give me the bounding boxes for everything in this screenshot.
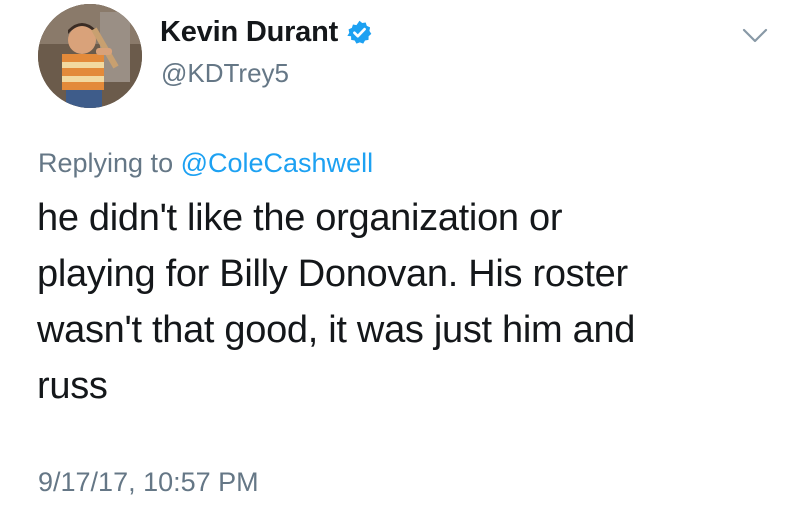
display-name[interactable]: Kevin Durant <box>160 16 338 49</box>
tweet-card: Kevin Durant @KDTrey5 Replying to @ColeC… <box>0 0 800 528</box>
tweet-text-line: russ <box>37 365 108 407</box>
tweet-text-line: playing for Billy Donovan. His roster <box>37 253 628 295</box>
user-handle[interactable]: @KDTrey5 <box>161 58 289 89</box>
tweet-text-line: he didn't like the organization or <box>37 197 563 239</box>
chevron-down-icon[interactable] <box>742 26 768 46</box>
replying-to-label: Replying to <box>38 148 174 178</box>
tweet-text-line: wasn't that good, it was just him and <box>37 309 636 351</box>
tweet-timestamp[interactable]: 9/17/17, 10:57 PM <box>38 467 259 498</box>
reply-mention-link[interactable]: @ColeCashwell <box>181 148 373 178</box>
tweet-text: he didn't like the organization or playi… <box>37 190 777 414</box>
replying-to: Replying to @ColeCashwell <box>38 148 373 179</box>
verified-badge-icon <box>346 19 373 46</box>
avatar-image <box>38 4 142 108</box>
name-row: Kevin Durant <box>160 12 373 52</box>
avatar[interactable] <box>38 4 142 108</box>
